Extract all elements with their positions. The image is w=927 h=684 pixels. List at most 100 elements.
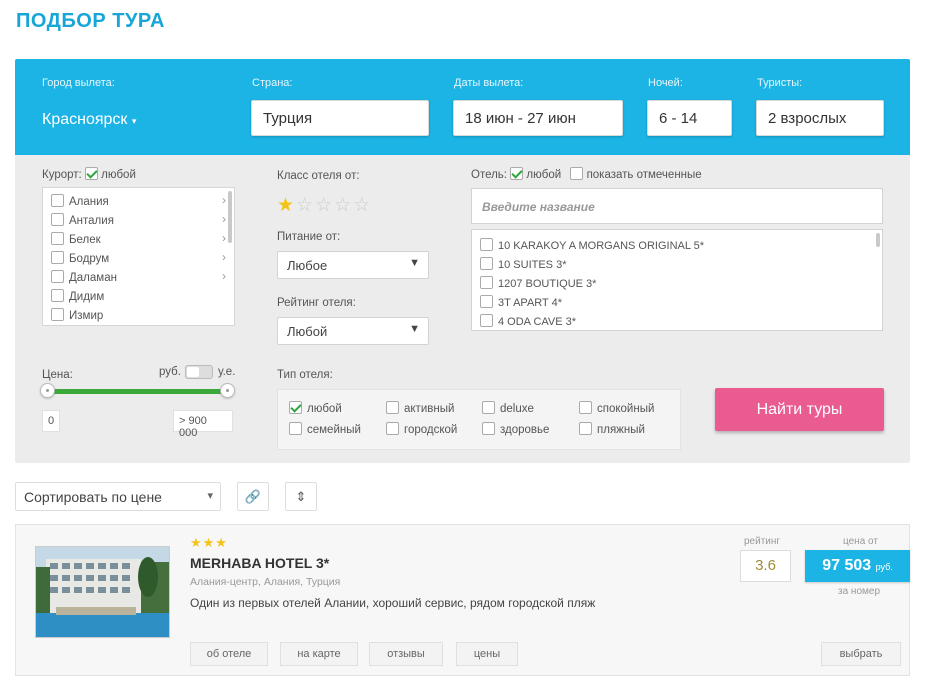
resort-name: Измир (69, 310, 104, 322)
resort-list[interactable]: Алания › Анталия › Белек › Бодрум › Даламан ›… (42, 187, 235, 326)
chevron-down-icon: ▼ (409, 323, 420, 335)
checkbox[interactable] (51, 289, 64, 302)
type-option-label: здоровье (500, 424, 550, 436)
hotel-item[interactable]: 10 KARAKOY A MORGANS ORIGINAL 5* (480, 238, 704, 252)
resort-item[interactable]: Измир (51, 308, 226, 322)
food-select[interactable]: Любое ▼ (277, 251, 429, 279)
checkbox[interactable] (480, 295, 493, 308)
tourists-field[interactable]: 2 взрослых (756, 100, 884, 136)
resort-name: Бодрум (69, 253, 110, 265)
page-title: ПОДБОР ТУРА (16, 10, 165, 32)
checkbox[interactable] (51, 308, 64, 321)
type-option-label: спокойный (597, 403, 655, 415)
resort-item[interactable]: Бодрум › (51, 250, 226, 265)
star-icon[interactable]: ★ (277, 195, 296, 216)
type-option[interactable]: deluxe (482, 401, 534, 415)
resort-item[interactable]: Белек › (51, 231, 226, 246)
choose-button[interactable]: выбрать (821, 642, 901, 666)
hotel-list[interactable]: 10 KARAKOY A MORGANS ORIGINAL 5* 10 SUIT… (471, 229, 883, 331)
checkbox[interactable] (480, 276, 493, 289)
type-option[interactable]: пляжный (579, 422, 645, 436)
resort-item[interactable]: Даламан › (51, 269, 226, 284)
chevron-right-icon[interactable]: › (222, 250, 226, 264)
star-icon[interactable]: ☆ (296, 195, 315, 216)
hotel-item[interactable]: 3T APART 4* (480, 295, 562, 309)
sort-select[interactable]: Сортировать по цене ▾ (15, 482, 221, 511)
currency-toggle[interactable] (185, 365, 213, 379)
checkbox[interactable] (386, 422, 399, 435)
checkbox[interactable] (289, 422, 302, 435)
chevron-right-icon[interactable]: › (222, 193, 226, 207)
checkbox[interactable] (579, 401, 592, 414)
hotel-photo[interactable] (35, 546, 170, 638)
chevron-right-icon[interactable]: › (222, 269, 226, 283)
nights-field[interactable]: 6 - 14 (647, 100, 732, 136)
about-hotel-button[interactable]: об отеле (190, 642, 268, 666)
checkbox[interactable] (480, 257, 493, 270)
resort-any-checkbox[interactable] (84, 167, 98, 180)
checkbox[interactable] (51, 213, 64, 226)
type-option[interactable]: любой (289, 401, 342, 415)
resort-item[interactable]: Алания › (51, 193, 226, 208)
rating-badge: 3.6 (740, 550, 791, 582)
price-max-field[interactable]: > 900 000 (173, 410, 233, 439)
city-select[interactable]: Красноярск ▾ (42, 111, 136, 129)
type-option[interactable]: здоровье (482, 422, 549, 436)
hotel-item[interactable]: 4 ODA CAVE 3* (480, 314, 576, 328)
hotel-item[interactable]: 10 SUITES 3* (480, 257, 566, 271)
type-option[interactable]: спокойный (579, 401, 654, 415)
rating-value: Любой (287, 324, 328, 339)
resort-name: Анталия (69, 215, 114, 227)
checkbox[interactable] (51, 270, 64, 283)
type-option-label: городской (404, 424, 458, 436)
city-label: Город вылета: (42, 77, 115, 89)
price-slider[interactable] (40, 383, 235, 398)
checkbox[interactable] (51, 194, 64, 207)
hotel-name[interactable]: MERHABA HOTEL 3* (190, 555, 329, 571)
checkbox[interactable] (289, 401, 302, 414)
checkbox[interactable] (482, 401, 495, 414)
hotel-any-checkbox[interactable] (510, 167, 524, 180)
checkbox[interactable] (51, 251, 64, 264)
checkbox[interactable] (480, 238, 493, 251)
scrollbar[interactable] (228, 191, 232, 243)
checkbox[interactable] (386, 401, 399, 414)
star-icon[interactable]: ☆ (315, 195, 334, 216)
star-icon[interactable]: ☆ (353, 195, 372, 216)
currency-ue-label: у.е. (218, 366, 236, 378)
on-map-button[interactable]: на карте (280, 642, 358, 666)
show-marked-checkbox[interactable] (570, 167, 584, 180)
hotel-item[interactable]: 1207 BOUTIQUE 3* (480, 276, 596, 290)
checkbox[interactable] (482, 422, 495, 435)
price-min-handle[interactable] (40, 383, 55, 398)
per-room-caption: за номер (838, 586, 881, 597)
country-label: Страна: (252, 77, 293, 89)
hotel-search-input[interactable]: Введите название (471, 188, 883, 224)
price-badge[interactable]: 97 503 руб. (805, 550, 910, 582)
reviews-button[interactable]: отзывы (369, 642, 443, 666)
scrollbar[interactable] (876, 233, 880, 247)
rating-select[interactable]: Любой ▼ (277, 317, 429, 345)
resort-label: Курорт: (42, 169, 82, 181)
hotel-class-label: Класс отеля от: (277, 170, 360, 182)
price-max-handle[interactable] (220, 383, 235, 398)
type-option[interactable]: семейный (289, 422, 361, 436)
hotel-class-stars[interactable]: ★☆☆☆☆ (277, 194, 372, 217)
checkbox[interactable] (579, 422, 592, 435)
chevron-right-icon[interactable]: › (222, 212, 226, 226)
resort-item[interactable]: Анталия › (51, 212, 226, 227)
sort-order-button[interactable]: ⇕ (285, 482, 317, 511)
prices-button[interactable]: цены (456, 642, 518, 666)
price-min-field[interactable]: 0 (42, 410, 60, 432)
chevron-right-icon[interactable]: › (222, 231, 226, 245)
find-tours-button[interactable]: Найти туры (715, 388, 884, 431)
star-icon[interactable]: ☆ (334, 195, 353, 216)
dates-field[interactable]: 18 июн - 27 июн (453, 100, 623, 136)
checkbox[interactable] (51, 232, 64, 245)
share-link-button[interactable]: 🔗 (237, 482, 269, 511)
resort-item[interactable]: Дидим (51, 289, 226, 303)
type-option[interactable]: городской (386, 422, 457, 436)
type-option[interactable]: активный (386, 401, 454, 415)
country-field[interactable]: Турция (251, 100, 429, 136)
checkbox[interactable] (480, 314, 493, 327)
